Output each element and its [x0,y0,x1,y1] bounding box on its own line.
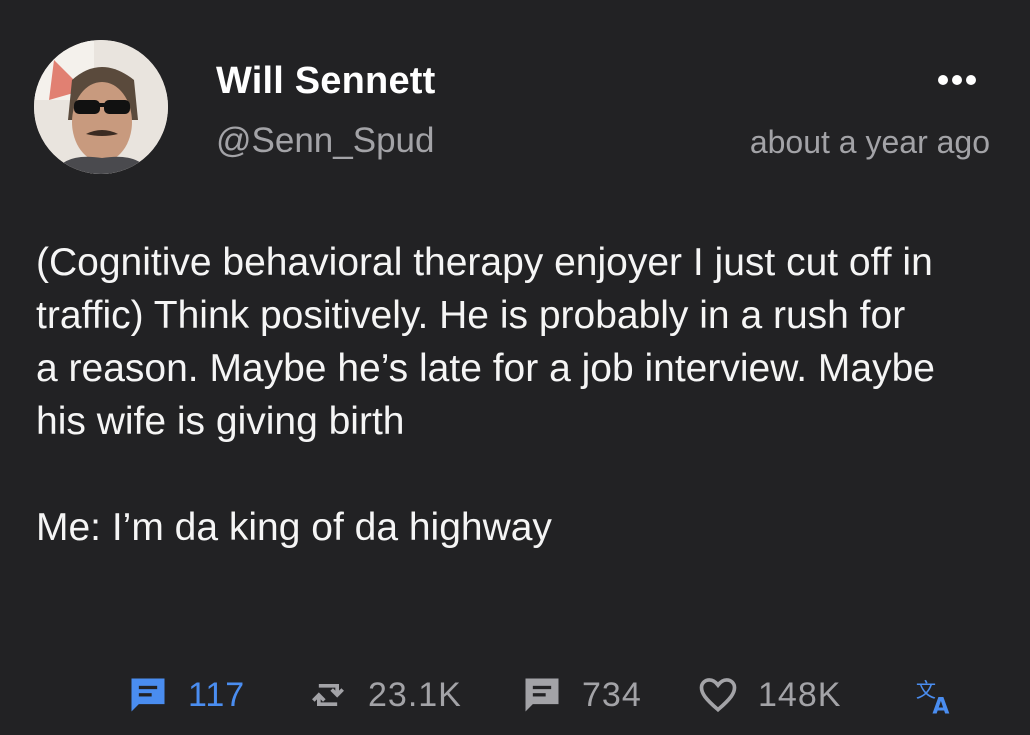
post-paragraph: Me: I’m da king of da highway [36,506,552,549]
reply-icon [131,678,165,712]
avatar[interactable] [34,40,168,174]
reply-button[interactable]: 117 [126,670,245,720]
translate-button[interactable]: 文 A [914,670,958,720]
repost-icon [312,684,344,706]
quote-count: 734 [582,675,642,714]
quote-icon [525,678,559,712]
repost-count: 23.1K [368,675,462,714]
author-display-name[interactable]: Will Sennett [216,60,436,103]
action-bar: 117 23.1K 734 148K 文 A [126,670,966,720]
more-dots-icon-dot [966,75,976,85]
author-handle[interactable]: @Senn_Spud [216,121,434,161]
repost-button[interactable]: 23.1K [306,670,462,720]
avatar-photo [34,40,168,174]
reply-count: 117 [188,675,246,714]
post-paragraph: (Cognitive behavioral therapy enjoyer I … [36,241,935,443]
like-button[interactable]: 148K [696,670,841,720]
heart-icon [699,678,737,713]
more-options-button[interactable] [928,66,986,94]
post-timestamp[interactable]: about a year ago [750,124,990,161]
svg-text:A: A [932,694,949,717]
more-dots-icon-dot [952,75,962,85]
quote-button[interactable]: 734 [520,670,642,720]
more-dots-icon [938,75,948,85]
like-count: 148K [758,675,842,714]
translate-icon: 文 A [916,678,950,717]
post-body: (Cognitive behavioral therapy enjoyer I … [36,236,936,554]
